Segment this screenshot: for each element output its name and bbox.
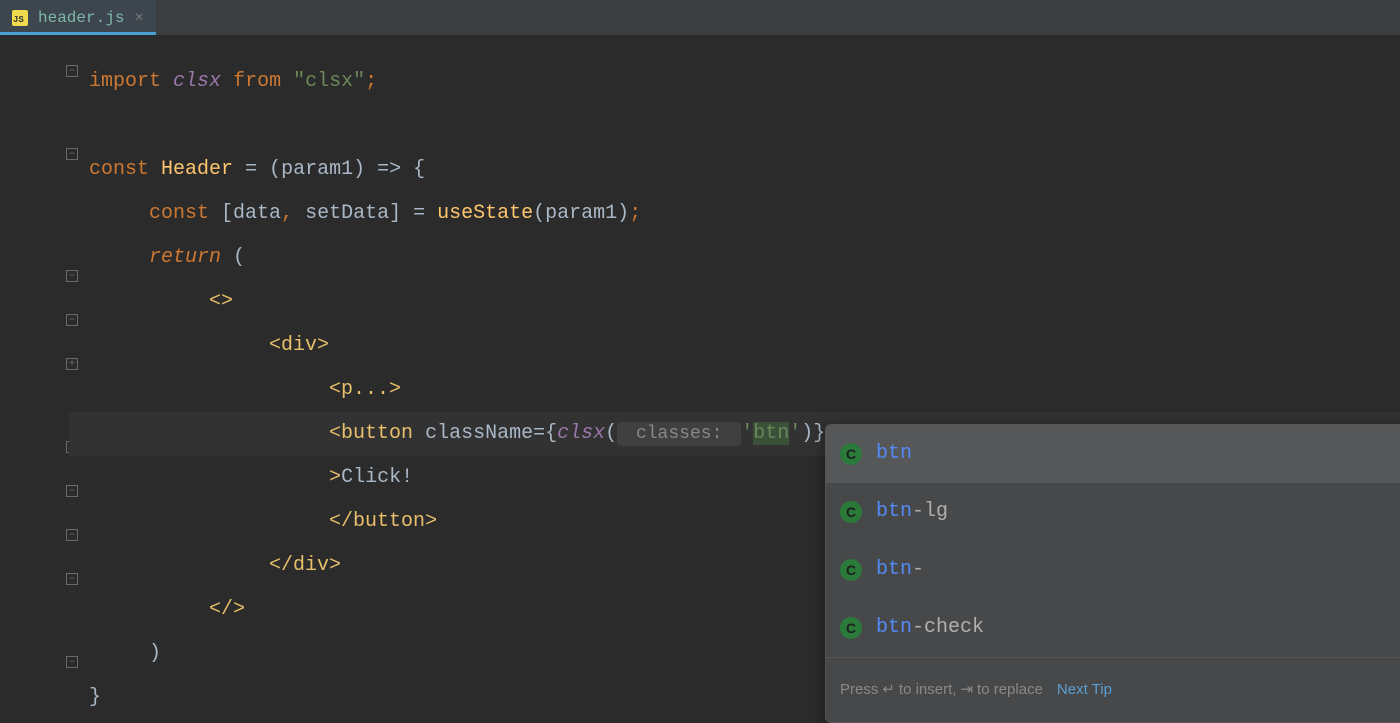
more-icon[interactable]: ⋮ [1392, 668, 1400, 712]
tab-header-js[interactable]: JS header.js × [0, 0, 156, 35]
class-icon: C [840, 501, 862, 523]
fold-toggle[interactable]: – [66, 485, 78, 497]
fold-toggle[interactable]: – [66, 656, 78, 668]
autocomplete-footer: Press ↵ to insert, ⇥ to replace Next Tip… [826, 657, 1400, 722]
fold-toggle[interactable]: – [66, 573, 78, 585]
code-line: return ( [89, 236, 1400, 280]
code-line [89, 104, 1400, 148]
fold-toggle[interactable]: – [66, 270, 78, 282]
code-line: import clsx from "clsx"; [89, 60, 1400, 104]
next-tip-link[interactable]: Next Tip [1057, 668, 1112, 712]
autocomplete-popup: C btn C btn-lg C btn- C btn-check Press … [825, 424, 1400, 723]
class-icon: C [840, 617, 862, 639]
close-icon[interactable]: × [134, 9, 144, 27]
fold-expand[interactable]: + [66, 358, 78, 370]
class-icon: C [840, 443, 862, 465]
gutter: – – – – + – – – – – [0, 35, 85, 700]
autocomplete-item[interactable]: C btn-check [826, 599, 1400, 657]
autocomplete-item[interactable]: C btn [826, 425, 1400, 483]
code-area[interactable]: import clsx from "clsx"; const Header = … [85, 35, 1400, 700]
tab-icon: ⇥ [960, 668, 973, 712]
fold-toggle[interactable]: – [66, 65, 78, 77]
fold-toggle[interactable]: – [66, 529, 78, 541]
autocomplete-item[interactable]: C btn- [826, 541, 1400, 599]
tab-filename: header.js [38, 9, 124, 27]
enter-icon: ↵ [882, 668, 895, 712]
editor: – – – – + – – – – – import clsx from "cl… [0, 35, 1400, 700]
fold-toggle[interactable]: – [66, 314, 78, 326]
code-line: <> [89, 280, 1400, 324]
js-file-icon: JS [12, 10, 28, 26]
fold-toggle[interactable]: – [66, 148, 78, 160]
code-line: const Header = (param1) => { [89, 148, 1400, 192]
class-icon: C [840, 559, 862, 581]
code-line: <div> [89, 324, 1400, 368]
code-line: const [data, setData] = useState(param1)… [89, 192, 1400, 236]
param-hint: classes: [617, 422, 741, 446]
tab-bar: JS header.js × [0, 0, 1400, 35]
code-line: <p...> [89, 368, 1400, 412]
autocomplete-item[interactable]: C btn-lg [826, 483, 1400, 541]
